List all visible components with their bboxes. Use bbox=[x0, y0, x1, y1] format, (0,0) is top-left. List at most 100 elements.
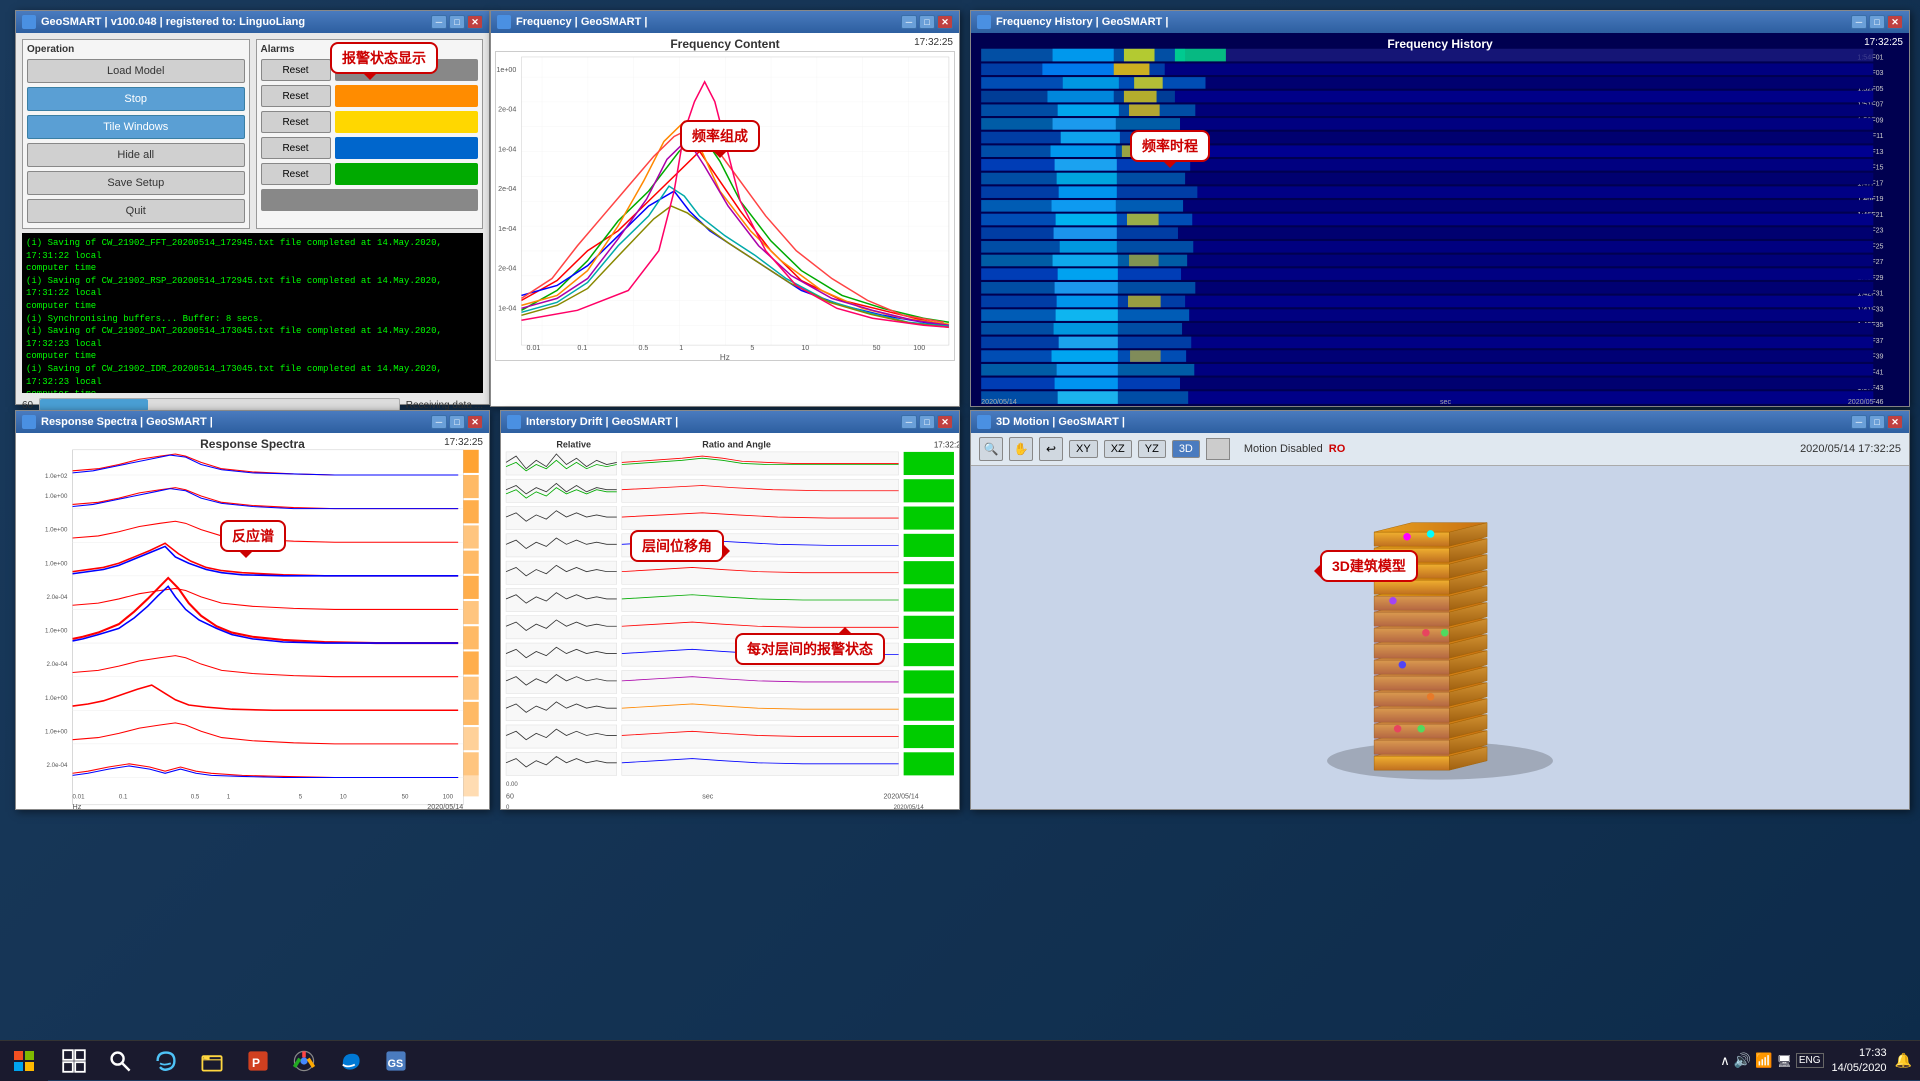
alarm-status-callout: 报警状态显示 bbox=[330, 42, 438, 74]
tool-rotate[interactable]: ↩ bbox=[1039, 437, 1063, 461]
start-button[interactable] bbox=[0, 1041, 48, 1081]
view-xy[interactable]: XY bbox=[1069, 440, 1098, 458]
edge2-icon bbox=[338, 1049, 362, 1073]
taskbar-explorer[interactable] bbox=[190, 1043, 234, 1079]
notification-area[interactable]: 🔔 bbox=[1887, 1052, 1920, 1069]
taskbar-edge[interactable] bbox=[144, 1043, 188, 1079]
drift-maximize[interactable]: □ bbox=[919, 415, 935, 429]
freq-timestamp: 17:32:25 bbox=[914, 37, 953, 48]
motion3d-title: 3D Motion | GeoSMART | bbox=[996, 416, 1847, 428]
tray-keyboard[interactable]: ENG bbox=[1796, 1053, 1824, 1068]
stop-button[interactable]: Stop bbox=[27, 87, 245, 111]
freq-titlebar[interactable]: Frequency | GeoSMART | ─ □ ✕ bbox=[491, 11, 959, 33]
close-button[interactable]: ✕ bbox=[467, 15, 483, 29]
svg-text:1.0e+00: 1.0e+00 bbox=[45, 560, 68, 567]
freq-plot-svg: 1e+00 2e-04 1e-04 2e-04 1e-04 2e-04 1e-0… bbox=[496, 52, 954, 360]
minimize-button[interactable]: ─ bbox=[431, 15, 447, 29]
freq-hist-close[interactable]: ✕ bbox=[1887, 15, 1903, 29]
svg-text:10: 10 bbox=[801, 345, 809, 352]
taskbar-items: P bbox=[48, 1043, 1712, 1079]
alarm-reset-4[interactable]: Reset bbox=[261, 137, 331, 159]
alarm-reset-2[interactable]: Reset bbox=[261, 85, 331, 107]
taskbar-clock[interactable]: 17:33 14/05/2020 bbox=[1832, 1046, 1887, 1075]
interstory-angle-callout: 层间位移角 bbox=[630, 530, 724, 562]
quit-button[interactable]: Quit bbox=[27, 199, 245, 223]
drift-minimize[interactable]: ─ bbox=[901, 415, 917, 429]
tool-zoom[interactable]: 🔍 bbox=[979, 437, 1003, 461]
alarm-row-2: Reset bbox=[261, 85, 479, 107]
svg-text:1.0e+00: 1.0e+00 bbox=[45, 493, 68, 500]
resp-svg: 1.0e+02 1.0e+00 1.0e+00 1.0e+00 bbox=[16, 433, 489, 809]
resp-minimize[interactable]: ─ bbox=[431, 415, 447, 429]
tool-hand[interactable]: ✋ bbox=[1009, 437, 1033, 461]
freq-minimize[interactable]: ─ bbox=[901, 15, 917, 29]
motion3d-minimize[interactable]: ─ bbox=[1851, 415, 1867, 429]
svg-text:Hz: Hz bbox=[720, 353, 730, 360]
alarm-row-5: Reset bbox=[261, 163, 479, 185]
svg-text:1e-04: 1e-04 bbox=[498, 146, 516, 153]
load-model-button[interactable]: Load Model bbox=[27, 59, 245, 83]
freq-hist-plot-title: Frequency History bbox=[1387, 37, 1492, 51]
freq-hist-minimize[interactable]: ─ bbox=[1851, 15, 1867, 29]
svg-text:0.01: 0.01 bbox=[73, 793, 86, 800]
motion3d-timestamp: 2020/05/14 17:32:25 bbox=[1800, 443, 1901, 455]
explorer-icon bbox=[200, 1049, 224, 1073]
drift-close[interactable]: ✕ bbox=[937, 415, 953, 429]
tray-wifi[interactable]: 📶 bbox=[1755, 1052, 1772, 1069]
resp-close[interactable]: ✕ bbox=[467, 415, 483, 429]
taskbar-ppt[interactable]: P bbox=[236, 1043, 280, 1079]
resp-titlebar[interactable]: Response Spectra | GeoSMART | ─ □ ✕ bbox=[16, 411, 489, 433]
maximize-button[interactable]: □ bbox=[449, 15, 465, 29]
svg-text:100: 100 bbox=[443, 793, 454, 800]
motion3d-close[interactable]: ✕ bbox=[1887, 415, 1903, 429]
svg-text:2e-04: 2e-04 bbox=[498, 186, 516, 193]
motion3d-titlebar[interactable]: 3D Motion | GeoSMART | ─ □ ✕ bbox=[971, 411, 1909, 433]
color-picker[interactable] bbox=[1206, 438, 1230, 460]
taskbar-geosmart[interactable]: GS bbox=[374, 1043, 418, 1079]
freq-close[interactable]: ✕ bbox=[937, 15, 953, 29]
motion3d-maximize[interactable]: □ bbox=[1869, 415, 1885, 429]
tray-icons: ∧ 🔊 📶 🖥 ENG bbox=[1712, 1052, 1831, 1069]
view-3d[interactable]: 3D bbox=[1172, 440, 1200, 458]
freq-hist-maximize[interactable]: □ bbox=[1869, 15, 1885, 29]
drift-titlebar[interactable]: Interstory Drift | GeoSMART | ─ □ ✕ bbox=[501, 411, 959, 433]
svg-text:2020/05/14: 2020/05/14 bbox=[894, 804, 925, 809]
alarm-reset-3[interactable]: Reset bbox=[261, 111, 331, 133]
tray-chevron[interactable]: ∧ bbox=[1720, 1053, 1730, 1069]
alarm-reset-5[interactable]: Reset bbox=[261, 163, 331, 185]
svg-text:sec: sec bbox=[702, 791, 713, 800]
taskbar-taskview[interactable] bbox=[52, 1043, 96, 1079]
hide-all-button[interactable]: Hide all bbox=[27, 143, 245, 167]
drift-svg: Relative Ratio and Angle 17:32:25 0.00 bbox=[501, 433, 959, 809]
freq-window-controls: ─ □ ✕ bbox=[901, 15, 953, 29]
taskbar-search[interactable] bbox=[98, 1043, 142, 1079]
resp-controls: ─ □ ✕ bbox=[431, 415, 483, 429]
svg-text:1.0e+02: 1.0e+02 bbox=[45, 473, 68, 480]
resp-maximize[interactable]: □ bbox=[449, 415, 465, 429]
tile-windows-button[interactable]: Tile Windows bbox=[27, 115, 245, 139]
view-yz[interactable]: YZ bbox=[1138, 440, 1166, 458]
svg-text:100: 100 bbox=[913, 345, 925, 352]
svg-text:sec: sec bbox=[1440, 397, 1451, 406]
tray-speaker[interactable]: 🔊 bbox=[1734, 1052, 1751, 1069]
freq-hist-title: Frequency History | GeoSMART | bbox=[996, 16, 1847, 28]
freq-title: Frequency | GeoSMART | bbox=[516, 16, 897, 28]
resp-title: Response Spectra | GeoSMART | bbox=[41, 416, 427, 428]
tray-network[interactable]: 🖥 bbox=[1777, 1054, 1792, 1068]
main-ctrl-titlebar[interactable]: GeoSMART | v100.048 | registered to: Lin… bbox=[16, 11, 489, 33]
taskbar-chrome[interactable] bbox=[282, 1043, 326, 1079]
taskbar-edge2[interactable] bbox=[328, 1043, 372, 1079]
freq-hist-timestamp: 17:32:25 bbox=[1864, 37, 1903, 48]
freq-hist-titlebar[interactable]: Frequency History | GeoSMART | ─ □ ✕ bbox=[971, 11, 1909, 33]
alarm-reset-1[interactable]: Reset bbox=[261, 59, 331, 81]
freq-maximize[interactable]: □ bbox=[919, 15, 935, 29]
drift-icon bbox=[507, 415, 521, 429]
view-xz[interactable]: XZ bbox=[1104, 440, 1132, 458]
motion3d-controls: ─ □ ✕ bbox=[1851, 415, 1903, 429]
save-setup-button[interactable]: Save Setup bbox=[27, 171, 245, 195]
svg-text:60: 60 bbox=[506, 791, 514, 800]
svg-text:1.0e+00: 1.0e+00 bbox=[45, 527, 68, 534]
svg-text:2.0e-04: 2.0e-04 bbox=[47, 661, 68, 668]
svg-text:0.00: 0.00 bbox=[506, 781, 518, 788]
svg-text:1e+00: 1e+00 bbox=[496, 67, 516, 74]
